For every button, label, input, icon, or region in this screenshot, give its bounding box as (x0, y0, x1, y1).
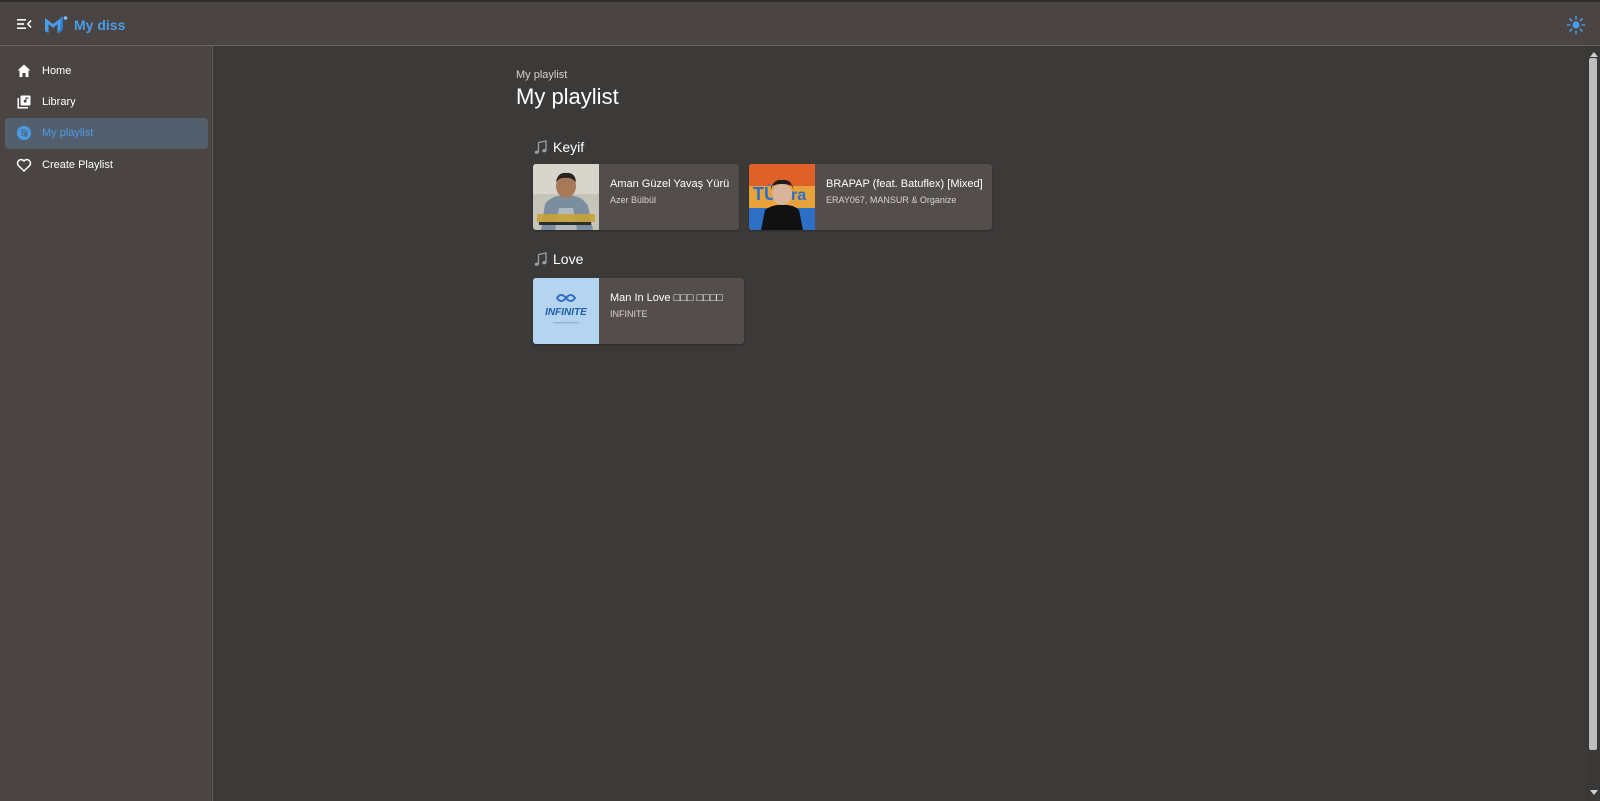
sidebar-item-label: Home (42, 65, 72, 77)
page-title: My playlist (516, 84, 619, 109)
sidebar-item-library[interactable]: Library (5, 87, 208, 118)
sidebar-item-label: Library (42, 96, 76, 108)
sun-icon[interactable] (1566, 15, 1586, 35)
scroll-down-arrow-icon[interactable] (1590, 790, 1598, 795)
album-cover (533, 164, 599, 230)
music-note-icon (533, 140, 548, 155)
song-title: Man In Love □□□ □□□□ (610, 292, 724, 304)
song-card[interactable]: TÜ ra BRAPAP (feat. Batuflex) [Mixed] ER… (749, 164, 992, 230)
song-artist: Azer Bülbül (610, 195, 657, 205)
song-title: BRAPAP (feat. Batuflex) [Mixed] (826, 178, 983, 190)
svg-text:ra: ra (791, 187, 806, 204)
sidebar-item-create-playlist[interactable]: Create Playlist (5, 150, 208, 181)
sidebar-item-label: Create Playlist (42, 159, 113, 171)
song-card[interactable]: INFINITE Man In Love □□□ □□□□ INFINITE (533, 278, 744, 344)
album-cover-text: INFINITE (545, 307, 587, 318)
sidebar-item-home[interactable]: Home (5, 56, 208, 87)
music-note-icon (533, 252, 548, 267)
song-artist: INFINITE (610, 309, 648, 319)
home-icon (16, 63, 32, 79)
scrollbar-thumb[interactable] (1589, 58, 1597, 750)
heart-icon (16, 157, 32, 173)
logo-icon (44, 14, 68, 36)
app-header: My diss (0, 0, 1600, 46)
scrollbar[interactable] (1586, 46, 1600, 801)
main-content: My playlist My playlist Keyif Aman Güzel… (213, 46, 1586, 801)
playlist-icon (16, 125, 32, 141)
library-icon (16, 94, 32, 110)
sidebar: Home Library My playlist Create Playlist (0, 46, 213, 801)
sidebar-item-my-playlist[interactable]: My playlist (5, 118, 208, 149)
app-title[interactable]: My diss (74, 17, 125, 33)
playlist-name: Love (553, 251, 584, 267)
scroll-up-arrow-icon[interactable] (1590, 52, 1598, 57)
menu-collapse-icon[interactable] (14, 14, 34, 34)
song-artist: ERAY067, MANSUR & Organize (826, 195, 957, 205)
song-card[interactable]: Aman Güzel Yavaş Yürü Azer Bülbül (533, 164, 739, 230)
album-cover: TÜ ra (749, 164, 815, 230)
breadcrumb: My playlist (516, 69, 568, 81)
playlist-name: Keyif (553, 139, 585, 155)
sidebar-item-label: My playlist (42, 127, 94, 139)
album-cover: INFINITE (533, 278, 599, 344)
song-title: Aman Güzel Yavaş Yürü (610, 178, 730, 190)
